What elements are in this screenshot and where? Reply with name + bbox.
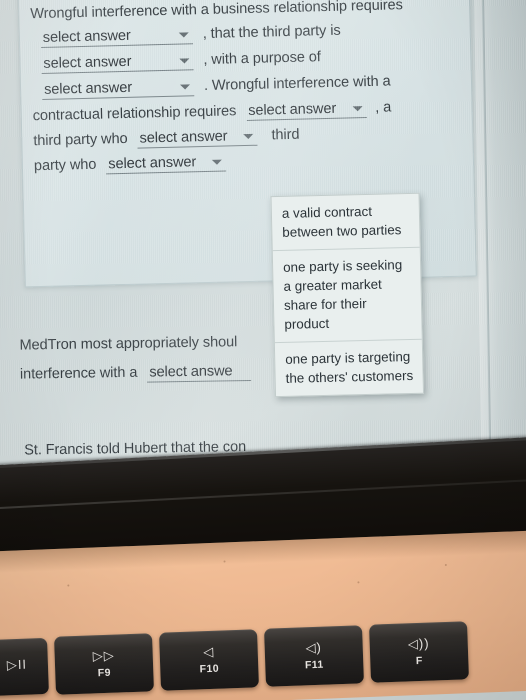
question-text-6b: third bbox=[271, 126, 300, 144]
chevron-down-icon bbox=[352, 105, 363, 111]
select-answer-3-label: select answer bbox=[43, 79, 133, 98]
question-text-7a: party who bbox=[33, 156, 97, 175]
select-answer-7[interactable]: select answe bbox=[147, 362, 252, 383]
volume-down-icon: ◁) bbox=[305, 639, 323, 656]
keyboard-function-row: ▷II ▷▷ F9 ◁ F10 ◁) F11 ◁)) F bbox=[0, 617, 526, 700]
question-text-3: , with a purpose of bbox=[203, 49, 321, 69]
question-line-5: contractual relationship requires select… bbox=[33, 98, 462, 126]
chevron-down-icon bbox=[179, 57, 190, 64]
select-answer-5[interactable]: select answer bbox=[137, 127, 258, 149]
select-answer-3[interactable]: select answer bbox=[41, 78, 195, 100]
page-text-1: MedTron most appropriately shoul bbox=[19, 334, 238, 354]
dropdown-option-1[interactable]: one party is seeking a greater market sh… bbox=[272, 247, 422, 344]
fast-forward-icon: ▷▷ bbox=[92, 647, 115, 664]
dropdown-option-2[interactable]: one party is targeting the others' custo… bbox=[275, 340, 423, 396]
answer-options-dropdown[interactable]: a valid contract between two parties one… bbox=[270, 192, 425, 398]
select-answer-2-label: select answer bbox=[43, 53, 132, 72]
key-f9-label: F9 bbox=[97, 666, 112, 680]
question-text-5b: , a bbox=[374, 99, 392, 116]
laptop-screen: Wrongful interference with a business re… bbox=[0, 0, 526, 506]
question-text-1: Wrongful interference with a business re… bbox=[30, 0, 403, 23]
question-line-3: select answer , with a purpose of bbox=[41, 46, 460, 74]
select-answer-2[interactable]: select answer bbox=[41, 52, 194, 74]
select-answer-4-label: select answer bbox=[248, 100, 337, 119]
select-answer-7-label: select answe bbox=[149, 363, 233, 381]
question-line-1: Wrongful interference with a business re… bbox=[30, 0, 459, 22]
key-f10[interactable]: ◁ F10 bbox=[159, 629, 259, 691]
chevron-down-icon bbox=[178, 31, 189, 38]
volume-mute-icon: ◁ bbox=[202, 643, 215, 660]
chevron-down-icon bbox=[212, 159, 223, 165]
question-text-2: , that the third party is bbox=[202, 22, 341, 43]
select-answer-6-label: select answer bbox=[108, 154, 197, 173]
key-f10-label: F10 bbox=[199, 662, 220, 676]
question-line-7: party who select answer bbox=[34, 148, 463, 176]
select-answer-1-label: select answer bbox=[42, 27, 131, 46]
laptop-photo: Wrongful interference with a business re… bbox=[0, 0, 526, 700]
key-f12-label: F bbox=[415, 654, 423, 668]
select-answer-1[interactable]: select answer bbox=[40, 26, 194, 48]
key-f12[interactable]: ◁)) F bbox=[369, 621, 469, 683]
select-answer-6[interactable]: select answer bbox=[106, 153, 227, 175]
select-answer-4[interactable]: select answer bbox=[246, 100, 367, 121]
question-text-6a: third party who bbox=[33, 130, 128, 150]
page-text-2a: interference with a bbox=[19, 364, 138, 383]
question-line-6: third party who select answer third bbox=[33, 123, 462, 151]
bezel-seam bbox=[0, 478, 526, 510]
chevron-down-icon bbox=[243, 133, 254, 139]
select-answer-5-label: select answer bbox=[139, 128, 228, 147]
question-line-4: select answer . Wrongful interference wi… bbox=[41, 72, 461, 100]
question-text-4: . Wrongful interference with a bbox=[203, 73, 391, 95]
key-f11-label: F11 bbox=[304, 658, 324, 672]
chevron-down-icon bbox=[179, 83, 191, 90]
dropdown-option-0[interactable]: a valid contract between two parties bbox=[271, 193, 420, 252]
play-pause-icon: ▷II bbox=[6, 656, 28, 673]
question-line-2: select answer , that the third party is bbox=[40, 20, 460, 48]
question-text-5a: contractual relationship requires bbox=[32, 103, 237, 125]
key-play-pause[interactable]: ▷II bbox=[0, 637, 49, 697]
volume-up-icon: ◁)) bbox=[407, 635, 430, 652]
key-f9[interactable]: ▷▷ F9 bbox=[54, 633, 154, 695]
page-edge-band bbox=[473, 0, 526, 499]
key-f11[interactable]: ◁) F11 bbox=[264, 625, 364, 687]
